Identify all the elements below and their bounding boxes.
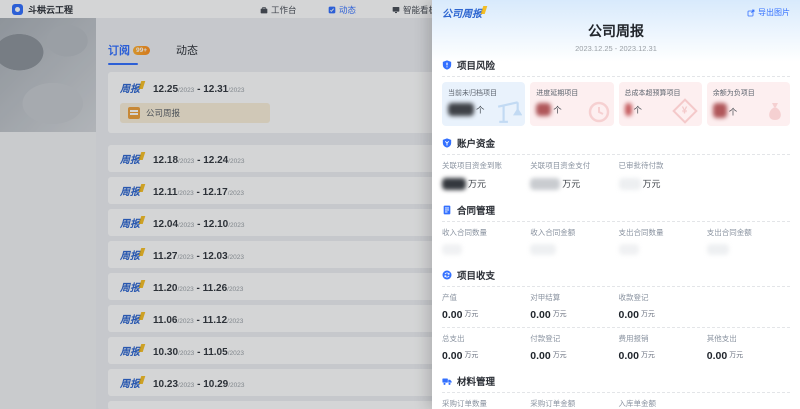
- stat-purchase-order-count: 采购订单数量 0个: [442, 398, 525, 409]
- stat-receipt-registration: 收款登记 0.00万元: [619, 292, 702, 320]
- stat-other-expense: 其他支出 0.00万元: [707, 333, 790, 361]
- risk-card-negative-balance: 余额为负项目 个: [707, 82, 790, 126]
- stat-pending-payment: 已审批待付款 万元: [619, 160, 702, 190]
- stat-inbound-amount: 入库单金额 0.00万元: [619, 398, 702, 409]
- screen: 斗栱云工程 工作台 动态 智能看板 新 订阅 99+: [0, 0, 800, 409]
- report-title: 公司周报: [432, 21, 800, 41]
- section-heading: 项目风险: [457, 58, 495, 72]
- divider: [442, 286, 790, 287]
- export-icon: [747, 9, 755, 17]
- divider: [442, 76, 790, 77]
- redacted-value: [442, 178, 466, 190]
- section-contract-management: 合同管理 收入合同数量 收入合同金额 支出合同数量: [442, 203, 790, 255]
- shield-icon: [442, 60, 452, 70]
- stat-total-expense: 总支出 0.00万元: [442, 333, 525, 361]
- divider: [442, 392, 790, 393]
- risk-card-unarchived: 当前未归档项目 个: [442, 82, 525, 126]
- redacted-value: [442, 244, 462, 255]
- risk-card-over-budget: 总成本超预算项目 个 ¥: [619, 82, 702, 126]
- stat-funds-received: 关联项目资金到账 万元: [442, 160, 525, 190]
- stat-payment-registration: 付款登记 0.00万元: [530, 333, 613, 361]
- section-heading: 项目收支: [457, 268, 495, 282]
- redacted-value: [713, 103, 727, 118]
- stat-funds-paid: 关联项目资金支付 万元: [530, 160, 613, 190]
- section-heading: 账户资金: [457, 136, 495, 150]
- contract-icon: [442, 205, 452, 215]
- divider: [442, 327, 790, 328]
- redacted-value: [707, 244, 729, 255]
- redacted-value: [619, 244, 639, 255]
- company-report-drawer: 公司周报 导出图片 公司周报 2023.12.25 - 2023.12.31 项…: [432, 0, 800, 409]
- risk-card-delayed: 进度延期项目 个: [530, 82, 613, 126]
- wallet-icon: [442, 138, 452, 148]
- stat-income-contract-count: 收入合同数量: [442, 227, 525, 255]
- stat-party-a-settlement: 对甲结算 0.00万元: [530, 292, 613, 320]
- section-project-income-expense: 项目收支 产值 0.00万元 对甲结算 0.00万元 收款登记 0.00万元: [442, 268, 790, 361]
- redacted-value: [619, 178, 641, 190]
- redacted-value: [448, 103, 474, 116]
- report-date-range: 2023.12.25 - 2023.12.31: [432, 44, 800, 53]
- redacted-value: [536, 103, 551, 116]
- stat-income-contract-amount: 收入合同金额: [530, 227, 613, 255]
- section-material-management: 材料管理 采购订单数量 0个 采购订单金额 0.00万元 入库单金额 0.00万…: [442, 374, 790, 409]
- redacted-value: [530, 244, 556, 255]
- section-project-risk: 项目风险 当前未归档项目 个 进度延期项目 个 总成本超预算项目: [442, 58, 790, 126]
- section-account-funds: 账户资金 关联项目资金到账 万元 关联项目资金支付 万元 已审批待付款 万元: [442, 136, 790, 190]
- export-image-button[interactable]: 导出图片: [747, 7, 790, 18]
- stat-expense-contract-amount: 支出合同金额: [707, 227, 790, 255]
- stat-output-value: 产值 0.00万元: [442, 292, 525, 320]
- stat-expense-contract-count: 支出合同数量: [619, 227, 702, 255]
- divider: [442, 221, 790, 222]
- section-heading: 合同管理: [457, 203, 495, 217]
- section-heading: 材料管理: [457, 374, 495, 388]
- report-brand-logo: 公司周报: [442, 5, 486, 20]
- divider: [442, 154, 790, 155]
- balance-icon: [442, 270, 452, 280]
- redacted-value: [625, 103, 632, 116]
- stat-expense-reimbursement: 费用报销 0.00万元: [619, 333, 702, 361]
- redacted-value: [530, 178, 560, 190]
- truck-icon: [442, 376, 452, 386]
- stat-purchase-order-amount: 采购订单金额 0.00万元: [530, 398, 613, 409]
